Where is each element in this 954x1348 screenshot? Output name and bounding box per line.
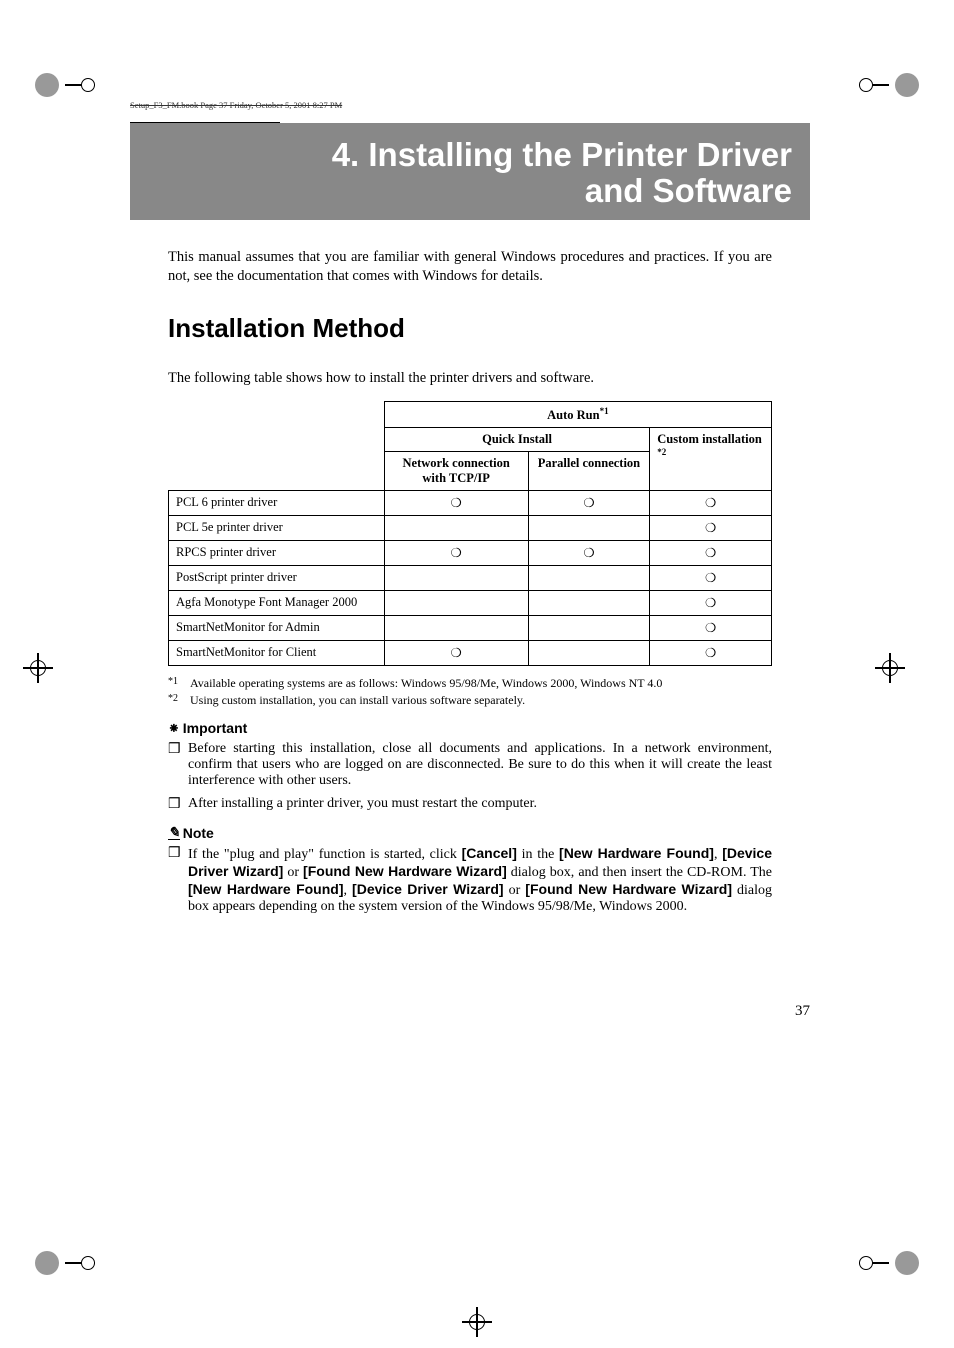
page-number: 37	[795, 1003, 810, 1020]
gear-icon: ⁕	[168, 720, 180, 737]
footnote1-mark: *1	[168, 676, 190, 691]
footnote2-text: Using custom installation, you can insta…	[190, 693, 772, 708]
table-row: RPCS printer driver ❍ ❍ ❍	[169, 540, 772, 565]
bottom-crosshair	[469, 1314, 485, 1330]
table-head-parallel: Parallel connection	[528, 451, 650, 490]
section-heading: Installation Method	[168, 313, 772, 344]
pencil-icon: ✎	[168, 826, 180, 840]
table-head-custom: Custom installation *2	[650, 427, 772, 490]
note-bullet: ❒ If the "plug and play" function is sta…	[168, 845, 772, 915]
section-intro: The following table shows how to install…	[168, 370, 772, 387]
footnote1-text: Available operating systems are as follo…	[190, 676, 772, 691]
important-bullet: ❒ After installing a printer driver, you…	[168, 796, 772, 813]
table-row: PCL 6 printer driver ❍ ❍ ❍	[169, 490, 772, 515]
chapter-title-line2: and Software	[148, 173, 792, 209]
table-head-quick-install: Quick Install	[384, 427, 650, 451]
table-row: SmartNetMonitor for Client ❍ ❍	[169, 640, 772, 665]
table-row: PostScript printer driver ❍	[169, 565, 772, 590]
footnotes: *1 Available operating systems are as fo…	[168, 676, 772, 708]
table-row: Agfa Monotype Font Manager 2000 ❍	[169, 590, 772, 615]
book-page-info: Setup_F3_FM.book Page 37 Friday, October…	[130, 100, 342, 110]
chapter-banner: 4. Installing the Printer Driver and Sof…	[130, 123, 810, 220]
table-head-network: Network connection with TCP/IP	[384, 451, 528, 490]
left-crosshair	[30, 660, 46, 676]
table-row: SmartNetMonitor for Admin ❍	[169, 615, 772, 640]
note-label: ✎ Note	[168, 825, 772, 841]
important-bullet: ❒ Before starting this installation, clo…	[168, 741, 772, 789]
installation-table: Auto Run*1 Quick Install Custom installa…	[168, 401, 772, 666]
footnote2-mark: *2	[168, 693, 190, 708]
right-crosshair	[882, 660, 898, 676]
table-head-autorun: Auto Run*1	[384, 401, 771, 427]
table-row: PCL 5e printer driver ❍	[169, 515, 772, 540]
preamble-text: This manual assumes that you are familia…	[168, 248, 772, 287]
chapter-title-line1: 4. Installing the Printer Driver	[148, 137, 792, 173]
important-label: ⁕ Important	[168, 720, 772, 737]
